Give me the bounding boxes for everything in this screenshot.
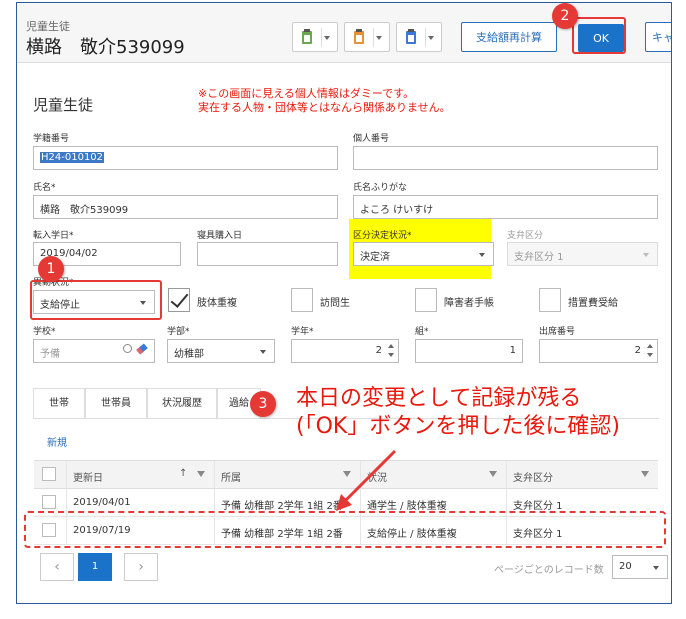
arrow-line <box>343 449 397 503</box>
annotation-arrow <box>336 449 397 511</box>
